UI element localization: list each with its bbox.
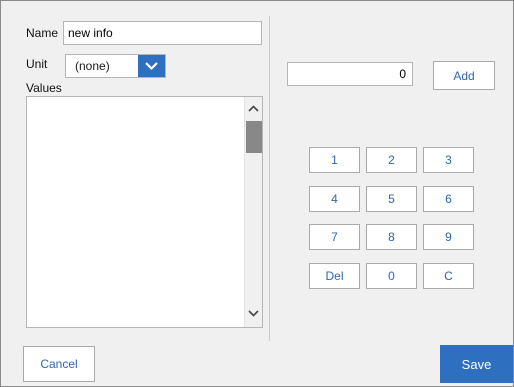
keypad-6-button[interactable]: 6 — [423, 186, 474, 212]
keypad-4-button[interactable]: 4 — [309, 186, 360, 212]
dropdown-button[interactable] — [138, 55, 165, 77]
unit-selected-value: (none) — [75, 59, 110, 73]
keypad-delete-button[interactable]: Del — [309, 263, 360, 289]
keypad-1-button[interactable]: 1 — [309, 147, 360, 173]
chevron-down-icon — [145, 62, 158, 71]
values-scrollbar[interactable] — [244, 97, 262, 327]
name-input[interactable] — [63, 21, 262, 45]
unit-label: Unit — [26, 57, 48, 71]
keypad-3-button[interactable]: 3 — [423, 147, 474, 173]
unit-select[interactable]: (none) — [65, 54, 166, 78]
values-list[interactable] — [26, 96, 263, 328]
dialog-window: Name Unit (none) Values Add 123 456 789 Del… — [0, 0, 514, 387]
keypad-0-button[interactable]: 0 — [366, 263, 417, 289]
name-label: Name — [26, 26, 59, 40]
keypad-7-button[interactable]: 7 — [309, 224, 360, 250]
scroll-down-arrow-icon[interactable] — [245, 307, 262, 321]
scrollbar-thumb[interactable] — [246, 121, 262, 153]
cancel-button[interactable]: Cancel — [23, 346, 95, 382]
keypad-5-button[interactable]: 5 — [366, 186, 417, 212]
number-input[interactable] — [287, 62, 413, 86]
save-button[interactable]: Save — [440, 345, 513, 383]
values-label: Values — [26, 81, 62, 95]
scroll-up-arrow-icon[interactable] — [245, 101, 262, 115]
keypad-clear-button[interactable]: C — [423, 263, 474, 289]
keypad-8-button[interactable]: 8 — [366, 224, 417, 250]
vertical-divider — [269, 16, 270, 341]
keypad-2-button[interactable]: 2 — [366, 147, 417, 173]
keypad-9-button[interactable]: 9 — [423, 224, 474, 250]
add-button[interactable]: Add — [433, 61, 495, 90]
